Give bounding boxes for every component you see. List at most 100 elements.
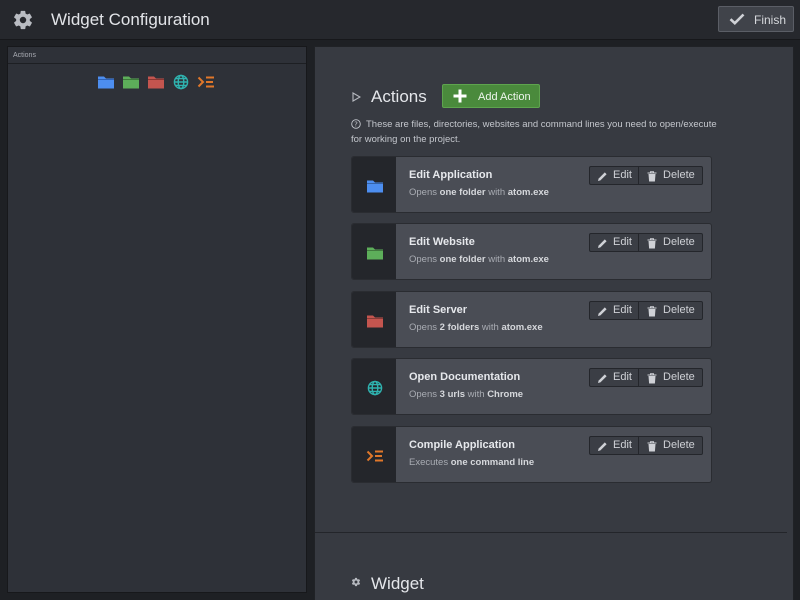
delete-button[interactable]: Delete [639,302,702,319]
trash-icon [647,238,657,249]
delete-label: Delete [663,371,695,383]
actions-section-title: Actions [371,87,427,106]
desc-count: 3 urls [439,389,465,400]
action-button-group: Edit Delete [589,368,703,387]
action-card[interactable]: Edit Application Opens one folder with at… [351,156,712,213]
desc-count: one command line [450,457,535,468]
action-card[interactable]: Open Documentation Opens 3 urls with Chro… [351,358,712,415]
section-divider [315,532,787,533]
edit-button[interactable]: Edit [590,369,639,386]
trash-icon [647,171,657,182]
edit-button[interactable]: Edit [590,234,639,251]
pencil-icon [598,307,607,316]
action-icon-cell [352,157,396,212]
desc-count: one folder [439,187,486,198]
delete-label: Delete [663,169,695,181]
delete-button[interactable]: Delete [639,234,702,251]
action-icon-cell [352,292,396,347]
pencil-icon [598,172,607,181]
add-action-button[interactable]: Add Action [442,84,540,108]
command-line-icon [366,450,383,462]
delete-button[interactable]: Delete [639,369,702,386]
action-button-group: Edit Delete [589,233,703,252]
edit-button[interactable]: Edit [590,437,639,454]
finish-label: Finish [754,13,787,27]
action-card[interactable]: Compile Application Executes one command … [351,426,712,483]
desc-text: Opens [409,254,440,265]
action-button-group: Edit Delete [589,436,703,455]
delete-label: Delete [663,304,695,316]
actions-palette-panel: Actions [7,46,307,593]
desc-text: with [465,389,488,400]
green-folder-icon [367,247,383,260]
desc-text: Opens [409,322,440,333]
add-action-label: Add Action [478,91,531,103]
delete-button[interactable]: Delete [639,167,702,184]
edit-label: Edit [613,371,632,383]
title-bar: Widget Configuration Finish [0,0,800,40]
blue-folder-icon [367,180,383,193]
gear-icon[interactable] [12,9,34,31]
action-icon-cell [352,224,396,279]
action-card[interactable]: Edit Website Opens one folder with atom.e… [351,223,712,280]
action-title: Compile Application [409,439,515,451]
edit-label: Edit [613,236,632,248]
collapse-triangle-icon[interactable] [352,92,361,102]
action-description: Executes one command line [409,457,534,468]
desc-count: one folder [439,254,486,265]
delete-label: Delete [663,236,695,248]
configuration-panel: Actions Add Action ? These are files, di… [314,46,794,600]
widget-section-title: Widget [371,574,424,593]
pencil-icon [598,442,607,451]
pencil-icon [598,239,607,248]
action-icon-cell [352,427,396,482]
plus-icon [453,89,467,103]
desc-text: with [485,254,508,265]
panel-heading: Actions [8,47,306,64]
action-card[interactable]: Edit Server Opens 2 folders with atom.exe… [351,291,712,348]
desc-text: with [479,322,502,333]
desc-tool: atom.exe [507,187,549,198]
edit-button[interactable]: Edit [590,302,639,319]
action-description: Opens 3 urls with Chrome [409,389,523,400]
desc-text: with [485,187,508,198]
trash-icon [647,373,657,384]
action-description: Opens one folder with atom.exe [409,254,549,265]
pencil-icon [598,374,607,383]
action-button-group: Edit Delete [589,301,703,320]
globe-icon[interactable] [172,74,190,90]
delete-label: Delete [663,439,695,451]
gear-icon[interactable] [351,577,361,587]
actions-help-text: These are files, directories, websites a… [351,119,717,145]
desc-tool: atom.exe [507,254,549,265]
red-folder-icon [367,315,383,328]
action-description: Opens one folder with atom.exe [409,187,549,198]
desc-text: Executes [409,457,451,468]
green-folder-icon[interactable] [122,74,140,90]
globe-icon [367,380,383,396]
page-title: Widget Configuration [51,10,210,29]
command-line-icon[interactable] [197,74,215,90]
desc-text: Opens [409,389,440,400]
desc-tool: Chrome [487,389,524,400]
action-title: Edit Application [409,169,493,181]
edit-label: Edit [613,439,632,451]
edit-label: Edit [613,304,632,316]
delete-button[interactable]: Delete [639,437,702,454]
action-description: Opens 2 folders with atom.exe [409,322,543,333]
checkmark-icon [729,13,745,25]
trash-icon [647,306,657,317]
action-button-group: Edit Delete [589,166,703,185]
red-folder-icon[interactable] [147,74,165,90]
edit-label: Edit [613,169,632,181]
desc-text: Opens [409,187,440,198]
finish-button[interactable]: Finish [718,6,794,32]
action-icon-cell [352,359,396,414]
trash-icon [647,441,657,452]
edit-button[interactable]: Edit [590,167,639,184]
action-title: Edit Server [409,304,468,316]
blue-folder-icon[interactable] [97,74,115,90]
desc-count: 2 folders [439,322,480,333]
action-title: Open Documentation [409,371,521,383]
desc-tool: atom.exe [501,322,543,333]
